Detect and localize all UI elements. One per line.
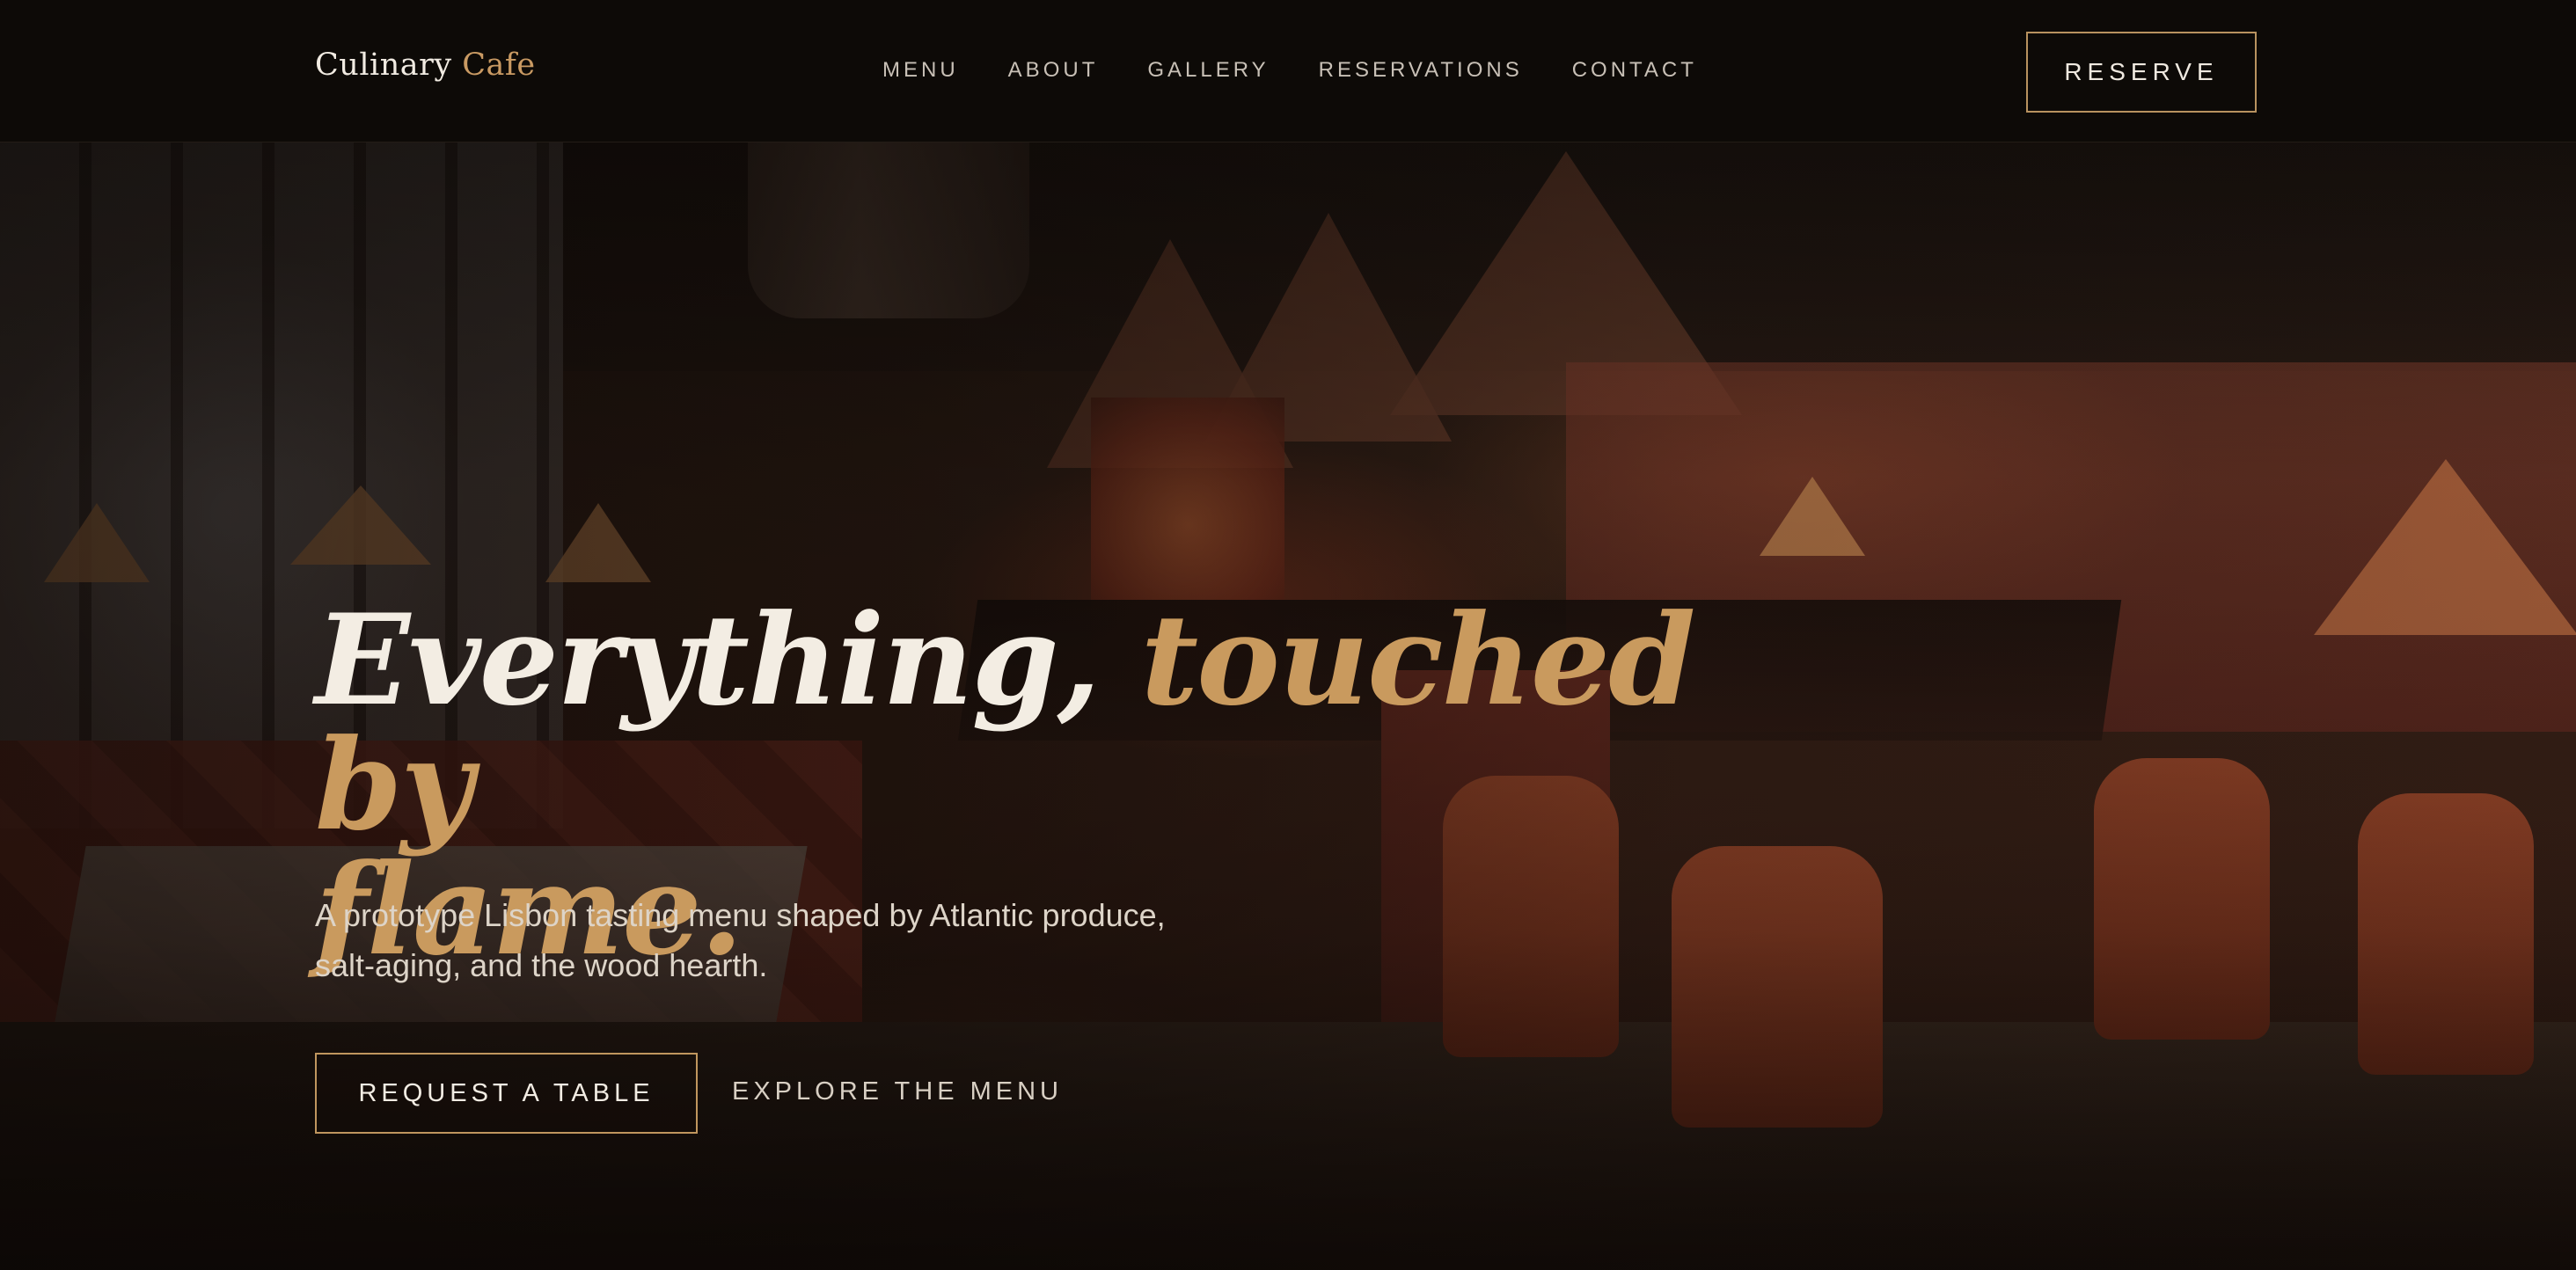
nav-link-contact[interactable]: CONTACT <box>1572 58 1697 83</box>
nav-link-menu[interactable]: MENU <box>882 58 959 83</box>
explore-menu-link[interactable]: EXPLORE THE MENU <box>732 1077 1063 1106</box>
brand-name: Culinary <box>315 47 452 83</box>
nav-link-about[interactable]: ABOUT <box>1008 58 1099 83</box>
top-nav: Culinary Cafe MENU ABOUT GALLERY RESERVA… <box>0 0 2576 142</box>
brand-logo[interactable]: Culinary Cafe <box>315 47 536 83</box>
nav-link-gallery[interactable]: GALLERY <box>1147 58 1269 83</box>
brand-accent-name: Cafe <box>462 47 536 83</box>
nav-links: MENU ABOUT GALLERY RESERVATIONS CONTACT <box>882 58 1746 83</box>
reserve-button[interactable]: RESERVE <box>2026 32 2257 113</box>
nav-link-reservations[interactable]: RESERVATIONS <box>1319 58 1523 83</box>
request-table-button[interactable]: REQUEST A TABLE <box>315 1053 698 1134</box>
hero-subtitle: A prototype Lisbon tasting menu shaped b… <box>315 897 1166 983</box>
